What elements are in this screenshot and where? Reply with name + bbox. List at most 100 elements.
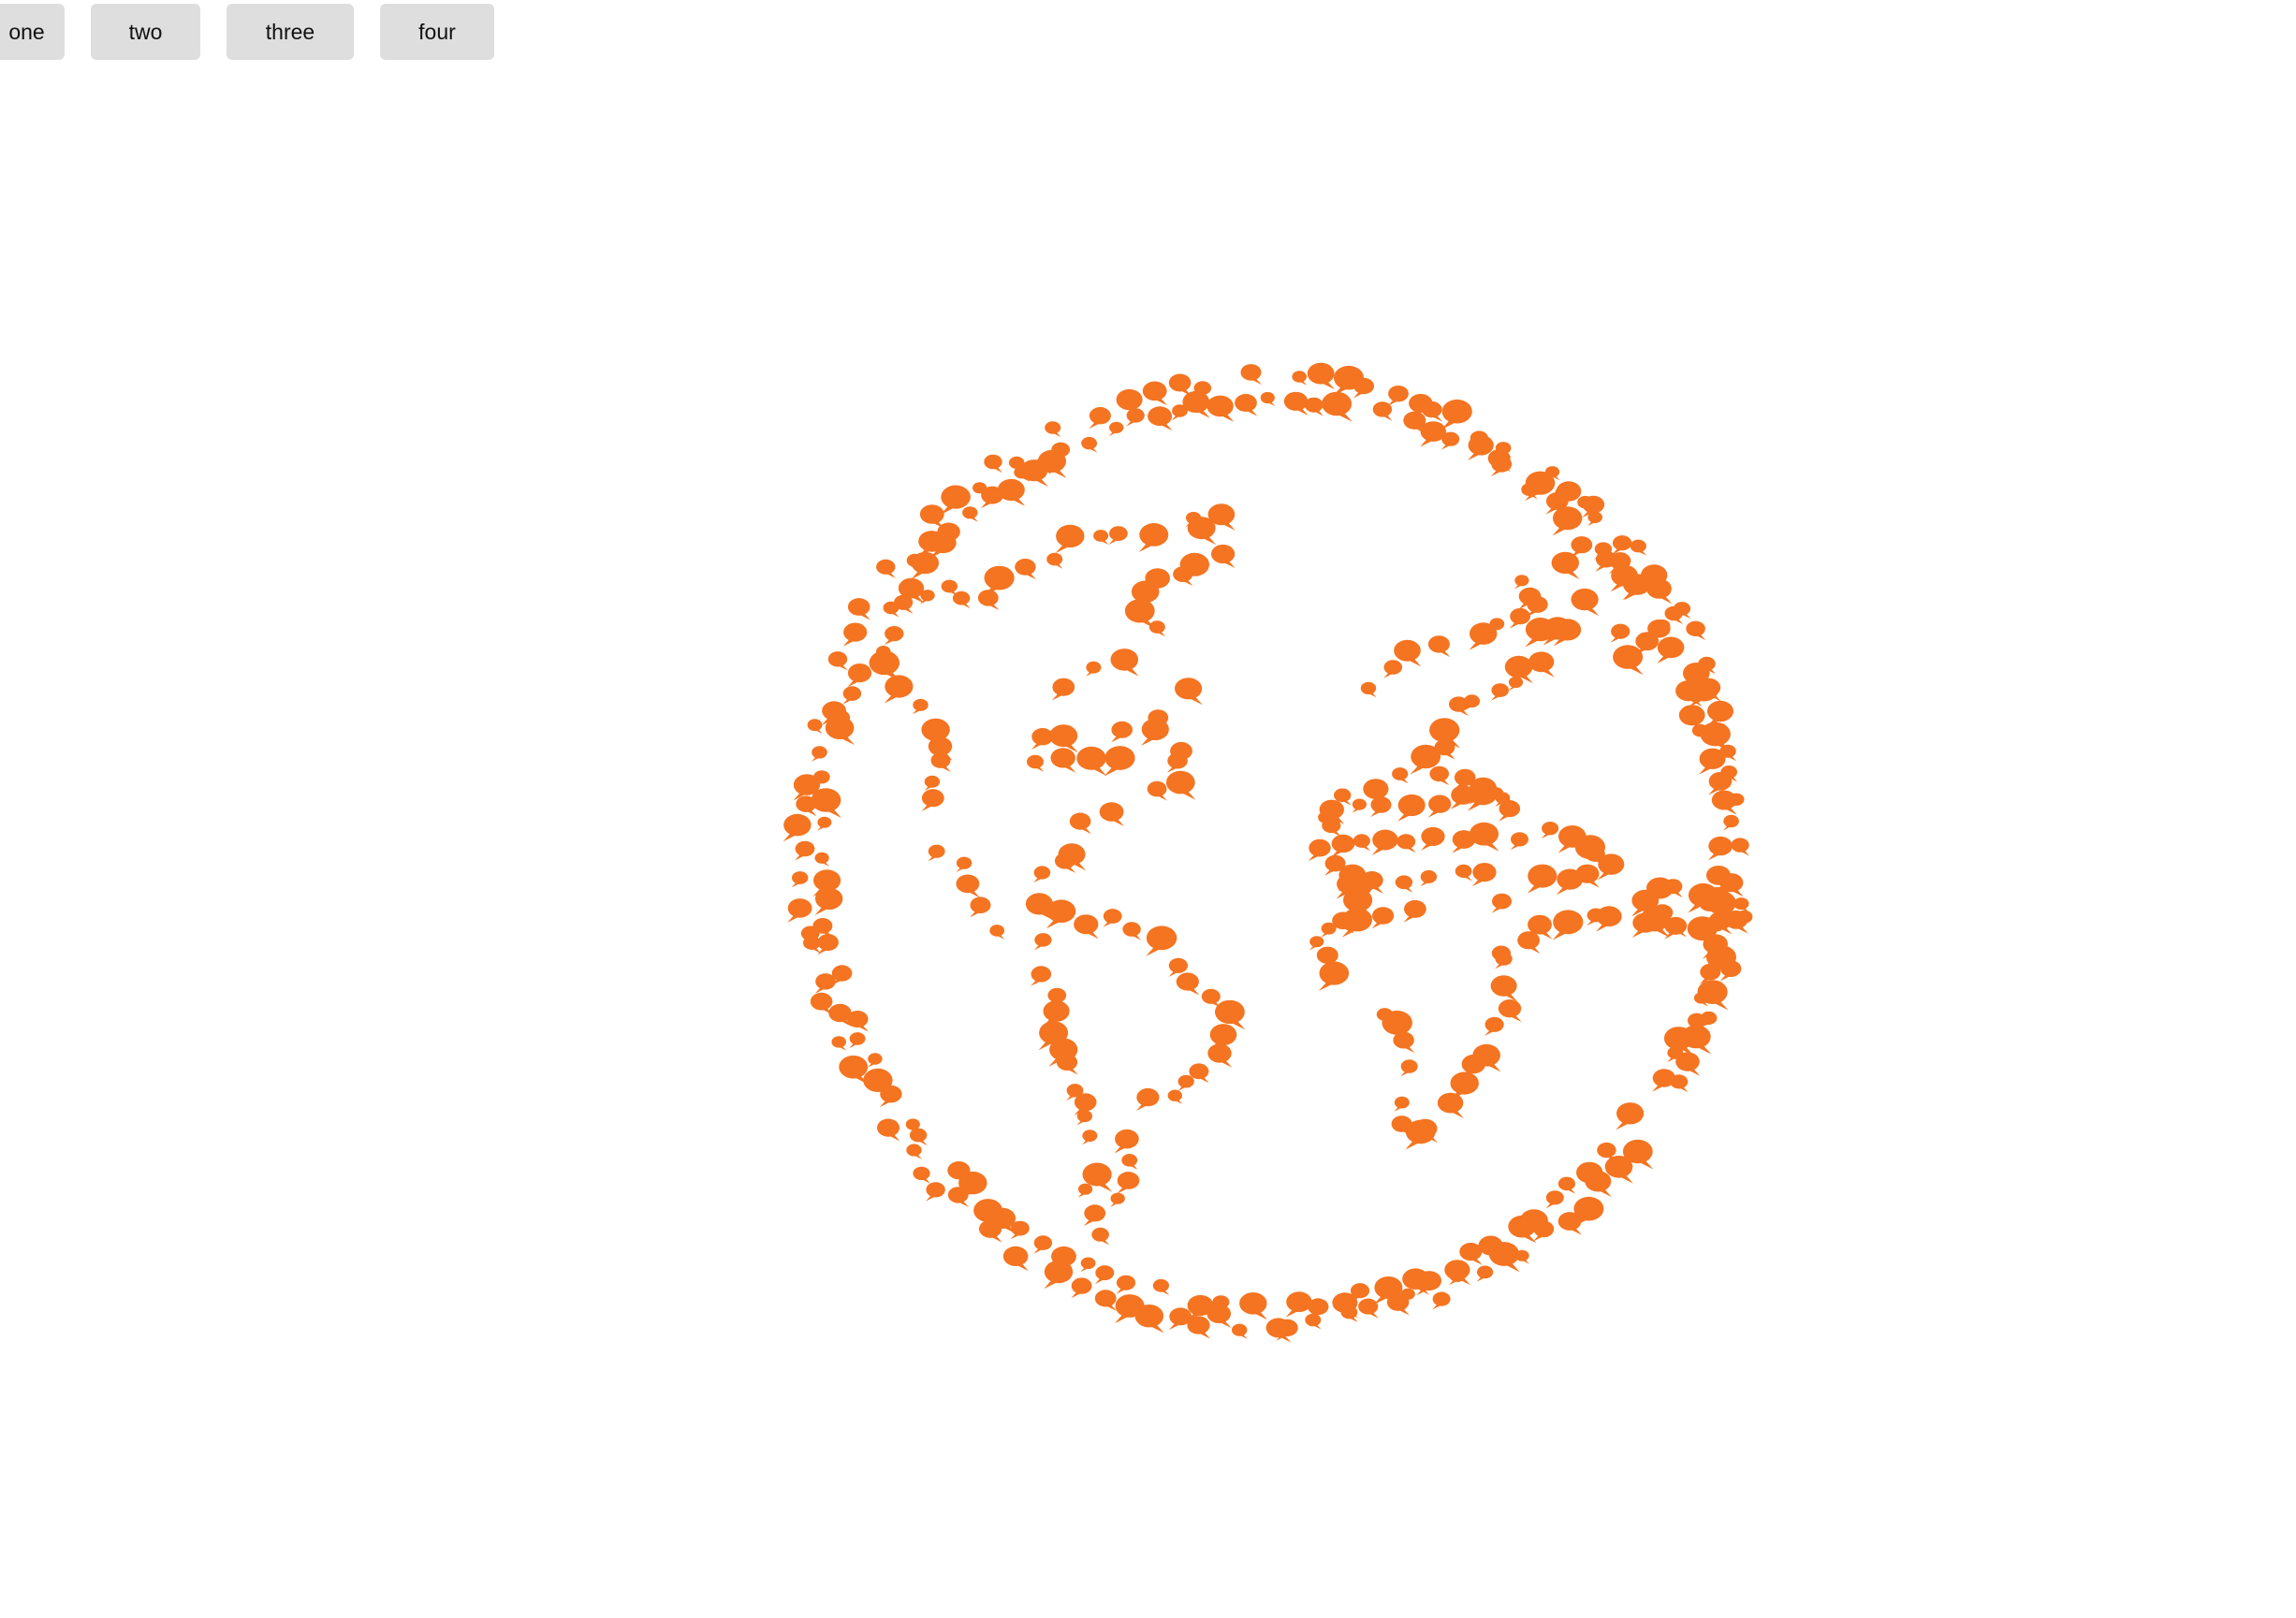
button-four[interactable]: four	[380, 4, 494, 60]
speech-bubble-dot	[1283, 391, 1309, 415]
speech-bubble-dot	[1455, 864, 1472, 882]
speech-bubble-dot	[1331, 834, 1355, 858]
button-three[interactable]: three	[227, 4, 354, 60]
speech-bubble-dot	[1711, 790, 1737, 815]
speech-bubble-dot	[1429, 765, 1450, 786]
speech-bubble-dot	[911, 551, 940, 580]
speech-bubble-dot	[1691, 723, 1709, 740]
speech-bubble-dot	[1527, 864, 1557, 894]
speech-bubble-dot	[1427, 635, 1451, 658]
speech-bubble-dot	[1147, 780, 1167, 801]
speech-bubble-dot	[1634, 632, 1660, 656]
speech-bubble-dot	[1427, 794, 1452, 818]
speech-bubble-dot	[1657, 636, 1685, 663]
speech-bubble-dot	[1122, 922, 1142, 940]
speech-bubble-dot	[1449, 696, 1469, 716]
speech-bubble-dot	[1352, 798, 1367, 813]
speech-bubble-dot	[1498, 999, 1522, 1023]
speech-bubble-dot	[1304, 397, 1323, 416]
speech-bubble-dot	[1292, 371, 1308, 386]
speech-bubble-dot	[980, 486, 1003, 509]
speech-bubble-dot	[1353, 377, 1374, 399]
speech-bubble-dot	[1235, 394, 1258, 416]
speech-bubble-dot	[1490, 975, 1518, 1002]
speech-bubble-dot	[1707, 836, 1733, 861]
speech-bubble-dot	[1471, 863, 1497, 887]
speech-bubble-dot	[1083, 1204, 1106, 1227]
speech-bubble-dot	[842, 622, 868, 647]
speech-bubble-dot	[812, 770, 830, 787]
speech-bubble-dot	[962, 506, 978, 522]
speech-bubble-dot	[884, 675, 914, 704]
button-two[interactable]: two	[91, 4, 200, 60]
speech-bubble-dot	[1595, 550, 1617, 572]
speech-bubble-dot	[847, 663, 872, 688]
speech-bubble-dot	[811, 788, 842, 819]
speech-bubble-dot	[1055, 524, 1085, 554]
speech-bubble-dot	[810, 992, 833, 1015]
speech-bubble-dot	[795, 840, 815, 861]
speech-bubble-dot	[807, 719, 823, 735]
speech-bubble-dot	[1201, 988, 1221, 1008]
speech-bubble-dot	[1353, 834, 1371, 852]
speech-bubble-dot	[1630, 539, 1647, 556]
speech-bubble-dot	[1051, 678, 1075, 701]
speech-bubble-dot	[1239, 1292, 1268, 1320]
speech-bubble-dot	[1135, 1087, 1160, 1112]
speech-bubble-dot	[1400, 1059, 1418, 1077]
speech-bubble-dot	[1545, 1190, 1564, 1209]
speech-bubble-dot	[1141, 718, 1169, 746]
speech-bubble-dot	[1393, 1031, 1415, 1053]
speech-bubble-dot	[1033, 933, 1052, 951]
speech-bubble-dot	[1722, 814, 1739, 831]
speech-bubble-dot	[1612, 535, 1632, 555]
speech-bubble-dot	[1491, 683, 1509, 701]
speech-bubble-dot	[1372, 401, 1393, 421]
speech-bubble-dot	[1027, 754, 1045, 772]
speech-bubble-dot	[1490, 456, 1513, 477]
speech-bubble-dot	[1514, 575, 1529, 590]
speech-bubble-dot	[1046, 899, 1076, 929]
button-one[interactable]: one	[0, 4, 65, 60]
speech-bubble-dot	[782, 813, 812, 842]
speech-bubble-dot	[1432, 1291, 1451, 1310]
speech-bubble-dot	[791, 871, 809, 888]
speech-bubble-dot	[1394, 1096, 1410, 1112]
speech-bubble-dot	[1557, 1176, 1576, 1194]
speech-bubble-dot	[1167, 1089, 1183, 1104]
speech-bubble-dot	[1080, 1257, 1096, 1273]
speech-bubble-dot	[1285, 1291, 1312, 1318]
speech-bubble-dot	[1437, 1092, 1464, 1118]
speech-bubble-dot	[1099, 802, 1124, 826]
speech-bubble-dot	[1086, 661, 1102, 677]
canvas-area	[0, 75, 2296, 1618]
speech-bubble-dot	[1077, 1183, 1093, 1198]
speech-bubble-dot	[1232, 1323, 1248, 1339]
speech-bubble-dot	[1687, 916, 1718, 947]
speech-bubble-dot	[1071, 1277, 1092, 1299]
speech-bubble-dot	[956, 856, 973, 872]
speech-bubble-dot	[1207, 1043, 1233, 1068]
speech-bubble-dot	[1387, 386, 1409, 406]
speech-bubble-dot	[1054, 853, 1076, 873]
speech-bubble-dot	[847, 598, 870, 620]
speech-bubble-dot	[1397, 834, 1416, 853]
speech-bubble-dot	[1307, 362, 1336, 390]
speech-bubble-dot	[1358, 1298, 1379, 1319]
speech-bubble-dot	[1370, 796, 1392, 818]
speech-bubble-dot	[1571, 588, 1600, 617]
speech-bubble-dot	[817, 934, 839, 955]
speech-bubble-dot	[1031, 966, 1052, 986]
speech-bubble-dot	[1177, 1074, 1194, 1091]
speech-bubble-dot	[1046, 552, 1063, 569]
speech-bubble-dot	[1341, 908, 1372, 938]
speech-bubble-dot	[1484, 1016, 1504, 1036]
speech-bubble-dot	[1318, 961, 1350, 991]
speech-bubble-dot	[1152, 1278, 1170, 1296]
speech-bubble-dot	[1360, 681, 1377, 698]
speech-bubble-dot	[1596, 906, 1622, 932]
speech-bubble-dot	[983, 565, 1015, 596]
speech-bubble-dot	[1165, 770, 1196, 800]
speech-bubble-dot	[1033, 866, 1051, 883]
speech-bubble-dot	[1551, 551, 1580, 579]
